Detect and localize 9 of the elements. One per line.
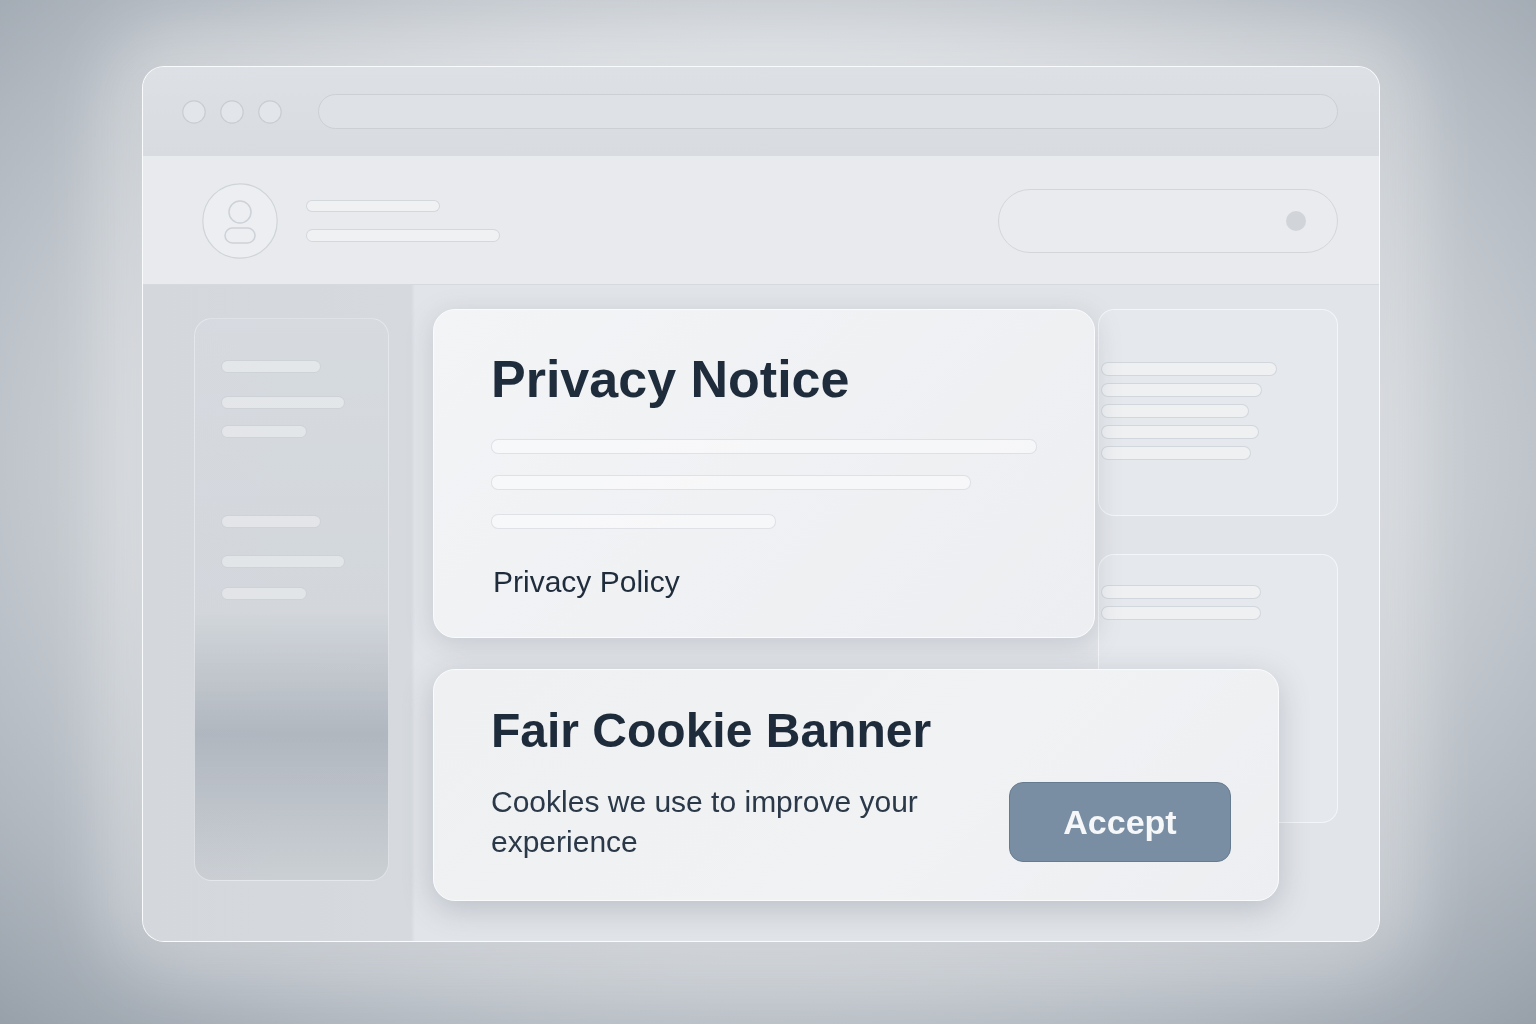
privacy-policy-link[interactable]: Privacy Policy [491, 564, 680, 600]
window-control-icon[interactable] [182, 99, 206, 124]
notice-title: Privacy Notice [491, 349, 850, 410]
banner-text: Cookles we use to improve your experience [491, 784, 919, 860]
window-control-icon[interactable] [258, 99, 282, 124]
window-control-icon[interactable] [220, 99, 244, 124]
user-avatar-icon [202, 182, 278, 259]
banner-title: Fair Cookie Banner [491, 703, 932, 759]
dot-icon [1286, 210, 1306, 231]
